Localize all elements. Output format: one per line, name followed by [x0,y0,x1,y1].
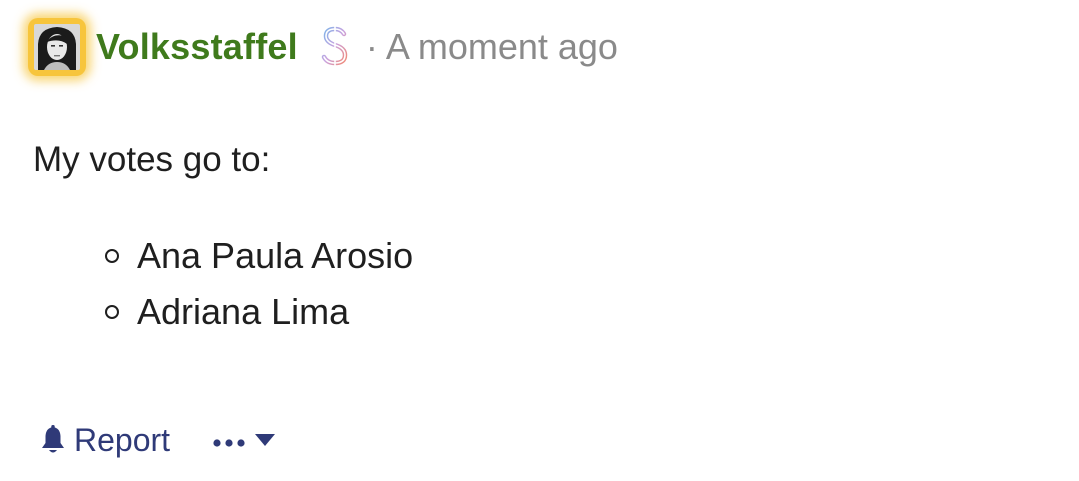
ellipsis-icon [212,435,246,447]
report-label: Report [74,421,171,458]
vote-name: Ana Paula Arosio [137,235,414,276]
post-header: Volksstaffel · A moment ago [28,14,618,80]
comment-post: Volksstaffel · A moment ago My votes go … [0,0,1079,481]
circle-bullet-icon [105,305,119,319]
vote-name: Adriana Lima [137,291,350,332]
more-options-button[interactable] [212,433,276,447]
votes-list: Ana Paula Arosio Adriana Lima [33,228,413,340]
post-actions: Report [38,418,276,462]
bell-icon [38,424,68,456]
post-timestamp: · A moment ago [365,26,618,67]
username-link[interactable]: Volksstaffel [88,20,306,76]
list-item: Adriana Lima [105,284,413,340]
report-button[interactable]: Report [38,422,170,459]
chevron-down-icon [254,433,276,447]
avatar-image [34,24,80,70]
post-body: My votes go to: Ana Paula Arosio Adriana… [33,138,413,340]
dollar-sign-icon [318,20,352,73]
circle-bullet-icon [105,249,119,263]
list-item: Ana Paula Arosio [105,228,413,284]
post-intro-text: My votes go to: [33,140,271,179]
avatar[interactable] [28,18,86,76]
